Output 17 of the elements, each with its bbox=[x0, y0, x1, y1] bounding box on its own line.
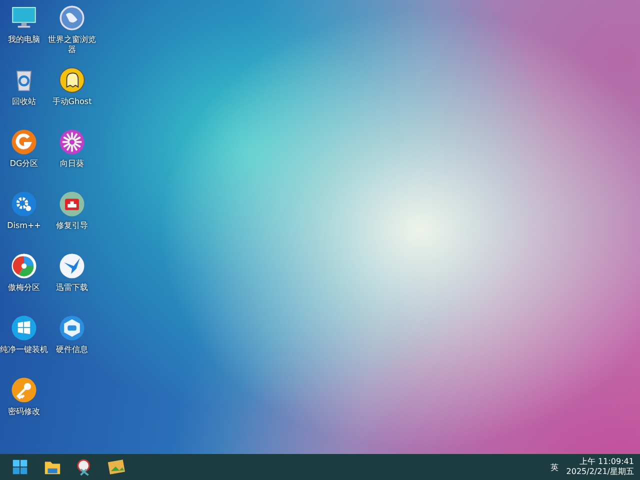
icon-label[interactable]: 密码修改 bbox=[0, 407, 50, 417]
picture-icon bbox=[106, 458, 126, 476]
pie-chart-icon[interactable] bbox=[10, 252, 38, 280]
ghost-icon[interactable] bbox=[58, 66, 86, 94]
icon-label[interactable]: 纯净一键装机 bbox=[0, 345, 50, 355]
first-aid-kit-icon[interactable] bbox=[58, 190, 86, 218]
clock-date[interactable]: 2025/2/21/星期五 bbox=[566, 467, 634, 477]
globe-icon[interactable] bbox=[58, 4, 86, 32]
clock-time[interactable]: 上午 11:09:41 bbox=[580, 457, 634, 467]
icon-label[interactable]: 世界之窗浏览器 bbox=[46, 35, 98, 55]
bird-icon[interactable] bbox=[58, 252, 86, 280]
input-language[interactable]: 英 bbox=[550, 462, 558, 472]
flower-icon[interactable] bbox=[58, 128, 86, 156]
key-icon[interactable] bbox=[10, 376, 38, 404]
letter-g-icon[interactable] bbox=[10, 128, 38, 156]
windows-logo-icon[interactable] bbox=[10, 314, 38, 342]
windows-logo-icon bbox=[10, 458, 30, 476]
